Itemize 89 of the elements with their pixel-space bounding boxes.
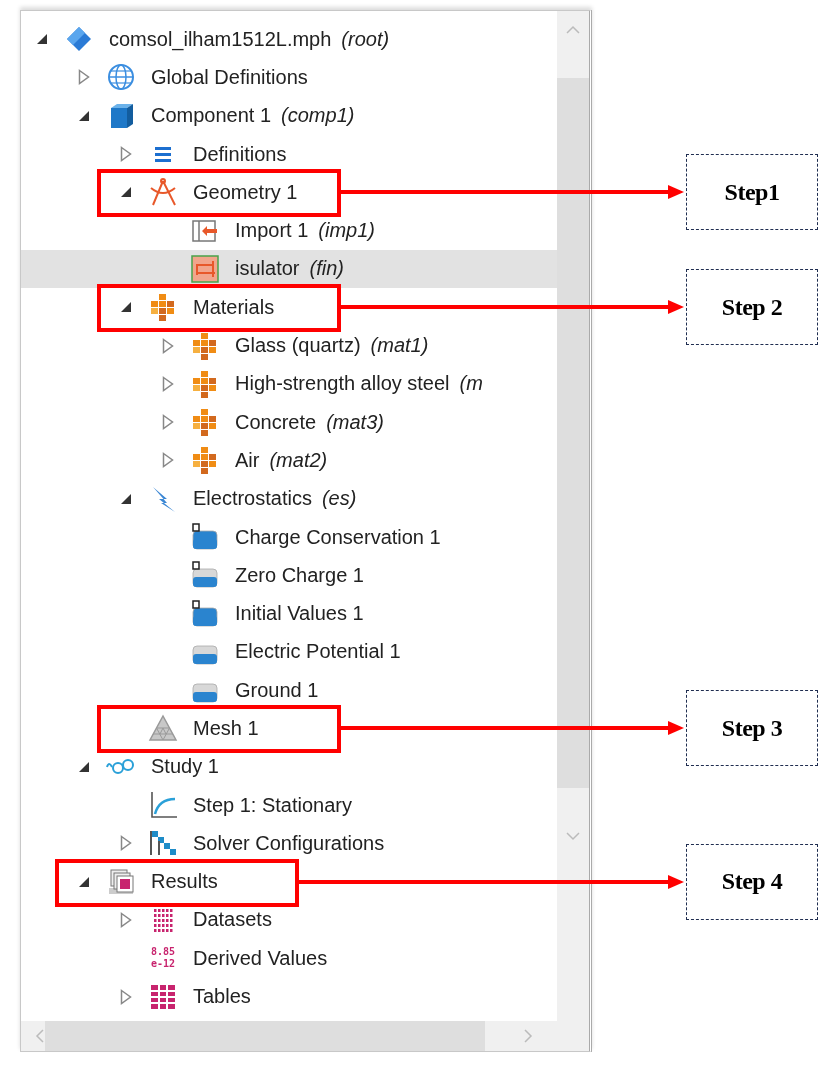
collapse-toggle[interactable] xyxy=(36,33,48,46)
expand-toggle[interactable] xyxy=(162,375,174,392)
tree-item[interactable]: Global Definitions xyxy=(21,58,557,97)
item-tag: (mat1) xyxy=(370,334,429,357)
tree-item[interactable]: Mesh 1 xyxy=(21,709,557,748)
item-tag: (es) xyxy=(321,487,357,511)
item-label: Charge Conservation 1 xyxy=(235,525,441,549)
collapse-toggle[interactable] xyxy=(120,492,132,505)
cylinder-icon xyxy=(189,521,221,553)
item-label: Study 1 xyxy=(151,755,219,779)
step-label: Step1 xyxy=(686,154,818,231)
item-label: Step 1: Stationary xyxy=(193,793,352,817)
item-label: Global Definitions xyxy=(151,65,308,89)
item-label: Materials xyxy=(193,295,275,319)
tree-item[interactable]: Electrostatics (es) xyxy=(21,479,557,518)
step-label: Step 2 xyxy=(686,269,818,346)
item-label: Geometry 1 xyxy=(193,180,298,204)
vertical-scrollbar[interactable] xyxy=(557,11,589,1021)
item-tag: (m xyxy=(459,372,483,396)
cylinder-icon xyxy=(189,597,221,630)
item-label: Datasets xyxy=(193,908,272,932)
item-tag: (mat3) xyxy=(326,410,384,434)
item-tag: (fin) xyxy=(309,257,344,281)
item-label: Ground 1 xyxy=(235,678,319,702)
tree-item[interactable]: 8.85 e-12 Derived Values xyxy=(21,939,557,978)
item-label: High-strength alloy steel xyxy=(235,372,450,396)
number-icon: 8.85 e-12 xyxy=(147,942,179,975)
tree-item[interactable]: Component 1 (comp1) xyxy=(21,96,557,135)
expand-toggle[interactable] xyxy=(78,69,90,86)
tree-item[interactable]: Glass (quartz) (mat1) xyxy=(21,326,557,365)
tree-item[interactable]: Study 1 xyxy=(21,747,557,786)
step-label: Step 4 xyxy=(686,843,818,920)
expand-toggle[interactable] xyxy=(162,337,174,354)
tree-item[interactable]: Concrete (mat3) xyxy=(21,402,557,442)
item-tag: (imp1) xyxy=(318,219,376,243)
item-label: Component 1 xyxy=(151,104,272,128)
expand-toggle[interactable] xyxy=(120,988,132,1005)
collapse-toggle[interactable] xyxy=(78,875,90,888)
tree-item[interactable]: Definitions xyxy=(21,134,557,174)
collapse-toggle[interactable] xyxy=(120,301,132,314)
tree-item[interactable]: Results xyxy=(21,862,557,901)
step-label: Step 3 xyxy=(686,690,818,767)
item-label: Electrostatics xyxy=(193,487,312,511)
item-tag: (root) xyxy=(341,27,390,51)
collapse-toggle[interactable] xyxy=(78,109,90,122)
item-label: Zero Charge 1 xyxy=(235,563,364,587)
tree-item[interactable]: Materials xyxy=(21,288,557,327)
tree-item[interactable]: Import 1 (imp1) xyxy=(21,211,557,250)
tree-item[interactable]: Datasets xyxy=(21,900,557,940)
item-label: Electric Potential 1 xyxy=(235,640,401,664)
tree-item[interactable]: Electric Potential 1 xyxy=(21,632,557,672)
item-label: Import 1 xyxy=(235,219,309,243)
tree-item[interactable]: Charge Conservation 1 xyxy=(21,517,557,557)
tree-item[interactable]: isulator (fin) xyxy=(21,249,557,289)
scrollbar-thumb[interactable] xyxy=(45,1021,485,1051)
square-shape-icon xyxy=(189,252,221,285)
tree-item[interactable]: Initial Values 1 xyxy=(21,594,557,633)
scrollbar-thumb[interactable] xyxy=(557,78,589,788)
item-tag: (comp1) xyxy=(281,104,355,128)
tree-item[interactable]: Air (mat2) xyxy=(21,441,557,480)
item-label: comsol_ilham1512L.mph xyxy=(109,27,332,51)
item-label: Derived Values xyxy=(193,946,328,970)
tree-item[interactable]: comsol_ilham1512L.mph (root) xyxy=(21,20,557,59)
item-label: Results xyxy=(151,870,218,894)
tree-item[interactable]: Geometry 1 xyxy=(21,173,557,212)
collapse-toggle[interactable] xyxy=(120,186,132,199)
item-label: Tables xyxy=(193,985,251,1009)
expand-toggle[interactable] xyxy=(120,911,132,928)
expand-toggle[interactable] xyxy=(120,835,132,852)
item-label: Solver Configurations xyxy=(193,831,385,855)
item-label: Mesh 1 xyxy=(193,717,259,740)
expand-toggle[interactable] xyxy=(162,414,174,431)
item-tag: (mat2) xyxy=(269,448,328,472)
item-label: Initial Values 1 xyxy=(235,602,364,626)
tree-item[interactable]: Solver Configurations xyxy=(21,824,557,863)
tree-item[interactable]: Tables xyxy=(21,977,557,1016)
item-label: Air xyxy=(235,448,260,472)
tree-item[interactable]: Zero Charge 1 xyxy=(21,556,557,595)
tree-item[interactable]: High-strength alloy steel (m xyxy=(21,364,557,403)
item-label: Concrete xyxy=(235,410,317,434)
expand-toggle[interactable] xyxy=(120,146,132,163)
tree-item[interactable]: Ground 1 xyxy=(21,671,557,710)
item-label: Glass (quartz) xyxy=(235,334,361,357)
item-label: Definitions xyxy=(193,142,287,166)
item-label: isulator xyxy=(235,257,300,281)
horizontal-scrollbar[interactable] xyxy=(21,1021,589,1051)
expand-toggle[interactable] xyxy=(162,452,174,469)
collapse-toggle[interactable] xyxy=(78,760,90,773)
tree-item[interactable]: Step 1: Stationary xyxy=(21,785,557,825)
